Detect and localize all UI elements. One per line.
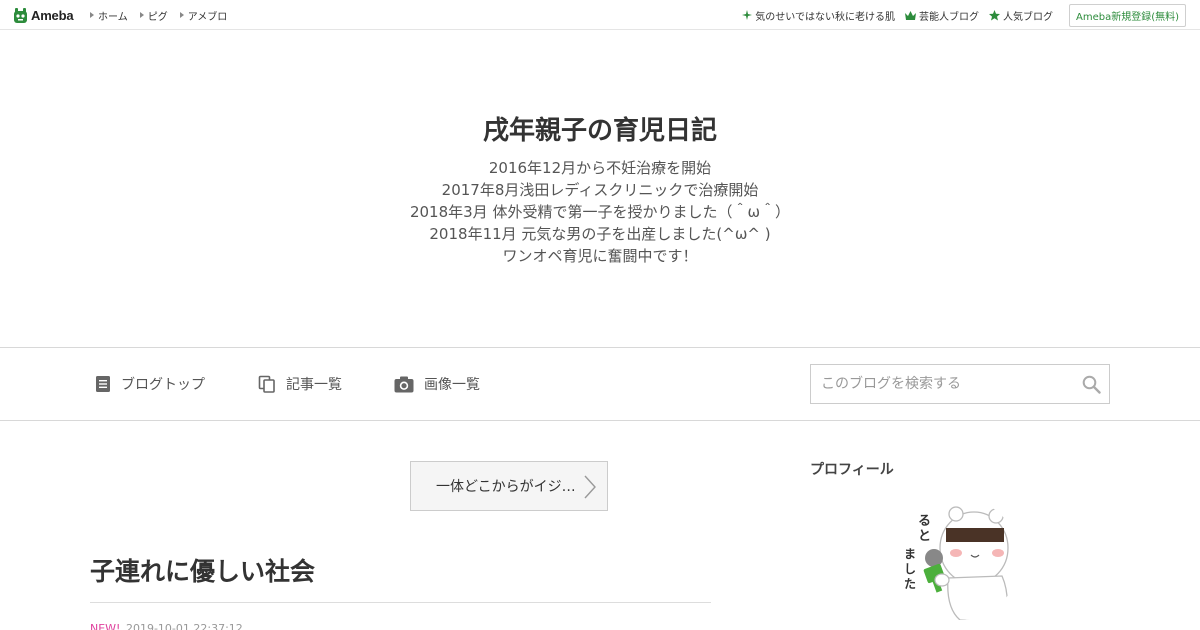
top-link-skin-ad[interactable]: 気のせいではない秋に老ける肌: [742, 8, 895, 23]
top-link-label: 人気ブログ: [1002, 11, 1053, 23]
svg-text:と: と: [918, 529, 931, 544]
blog-search: [810, 364, 1110, 404]
blog-description: 2016年12月から不妊治療を開始 2017年8月浅田レディスクリニックで治療開…: [0, 157, 1200, 267]
top-nav-ameblo[interactable]: アメブロ: [179, 8, 228, 23]
blog-description-line: 2018年11月 元気な男の子を出産しました(^ω^ ): [429, 225, 771, 243]
new-badge: NEW!: [90, 622, 121, 630]
article-divider: [90, 602, 711, 603]
nav-label: 記事一覧: [286, 377, 342, 393]
triangle-right-icon: [139, 12, 144, 18]
top-nav-label: アメブロ: [187, 11, 228, 23]
article-title[interactable]: 子連れに優しい社会: [90, 552, 315, 588]
blog-header: 戌年親子の育児日記 2016年12月から不妊治療を開始 2017年8月浅田レディ…: [0, 30, 1200, 348]
blog-description-line: 2017年8月浅田レディスクリニックで治療開始: [441, 181, 759, 199]
blog-description-line: 2016年12月から不妊治療を開始: [488, 159, 712, 177]
top-right-links: 気のせいではない秋に老ける肌 芸能人ブログ 人気ブログ Ameba新規登録(無料…: [742, 0, 1186, 30]
svg-text:し: し: [904, 562, 916, 576]
article-date: 2019-10-01 22:37:12: [125, 622, 243, 630]
register-button[interactable]: Ameba新規登録(無料): [1068, 3, 1186, 27]
triangle-right-icon: [90, 12, 94, 18]
top-nav-label: ピグ: [147, 11, 168, 23]
document-icon: [96, 376, 110, 392]
sparkle-icon: [742, 10, 753, 20]
star-icon: [988, 9, 1000, 20]
previous-article-button[interactable]: 一体どこからがイジ…: [410, 461, 608, 511]
nav-blog-top[interactable]: ブログトップ: [95, 374, 205, 394]
ameba-logo-icon: [14, 7, 27, 23]
previous-article-label: 一体どこからがイジ…: [436, 479, 576, 495]
blog-description-line: 2018年3月 体外受精で第一子を授かりました（＾ω＾）: [409, 203, 791, 221]
top-nav-home[interactable]: ホーム: [90, 8, 128, 23]
search-icon[interactable]: [1082, 375, 1101, 394]
profile-heading: プロフィール: [810, 462, 894, 478]
crown-icon: [904, 10, 916, 20]
nav-image-list[interactable]: 画像一覧: [394, 374, 480, 394]
top-bar: Ameba ホーム ピグ アメブロ 気のせいではない秋に老ける肌 芸能人ブログ …: [0, 0, 1200, 30]
blog-nav: ブログトップ 記事一覧 画像一覧: [0, 347, 1200, 421]
top-nav-label: ホーム: [98, 11, 128, 23]
top-link-celebrity-blog[interactable]: 芸能人ブログ: [904, 8, 979, 23]
ameba-logo[interactable]: Ameba: [13, 6, 74, 24]
top-link-popular-blog[interactable]: 人気ブログ: [988, 8, 1053, 23]
blog-title[interactable]: 戌年親子の育児日記: [0, 110, 1200, 147]
logo-text: Ameba: [31, 7, 74, 23]
svg-text:る: る: [918, 514, 931, 529]
blog-description-line: ワンオペ育児に奮闘中です！: [502, 247, 698, 265]
article-meta: NEW! 2019-10-01 22:37:12: [90, 622, 243, 630]
nav-label: ブログトップ: [121, 377, 205, 393]
top-link-label: 気のせいではない秋に老ける肌: [755, 11, 895, 23]
top-nav-pigg[interactable]: ピグ: [139, 8, 168, 23]
copy-icon: [258, 375, 275, 393]
top-nav: ホーム ピグ アメブロ: [90, 0, 239, 30]
avatar-illustration: る と ま し た: [898, 498, 1020, 620]
svg-text:た: た: [904, 577, 916, 591]
nav-label: 画像一覧: [424, 377, 480, 393]
avatar[interactable]: る と ま し た: [898, 498, 1020, 620]
svg-text:ま: ま: [904, 547, 916, 561]
triangle-right-icon: [179, 12, 184, 18]
camera-icon: [394, 376, 414, 392]
search-input[interactable]: [811, 365, 1071, 403]
chevron-right-icon: [584, 475, 596, 499]
top-link-label: 芸能人ブログ: [918, 11, 979, 23]
nav-article-list[interactable]: 記事一覧: [258, 374, 342, 394]
